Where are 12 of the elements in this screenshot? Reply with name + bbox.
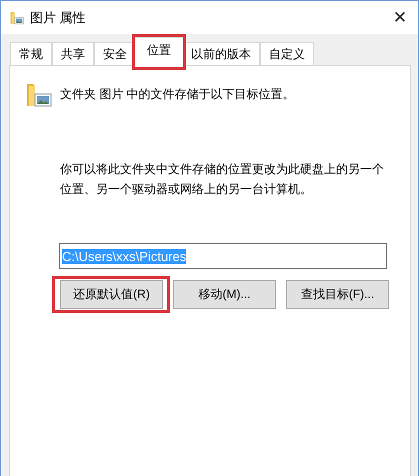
dialog-button[interactable]: 查找目标(F)...	[286, 280, 389, 309]
tab[interactable]: 常规	[10, 42, 52, 66]
dialog-button[interactable]: 还原默认值(R)	[60, 280, 163, 309]
tab[interactable]: 位置	[134, 37, 184, 66]
dialog-button[interactable]: 移动(M)...	[173, 280, 276, 309]
window-title: 图片 属性	[30, 8, 87, 26]
close-button[interactable]: ✕	[382, 8, 418, 28]
description-text: 你可以将此文件夹中文件存储的位置更改为此硬盘上的另一个位置、另一个驱动器或网络上的另一台计算机。	[60, 161, 385, 198]
picture-folder-icon	[10, 10, 24, 25]
tab[interactable]: 自定义	[260, 42, 314, 66]
location-heading: 文件夹 图片 中的文件存储于以下目标位置。	[60, 86, 295, 102]
tab[interactable]: 共享	[52, 42, 94, 66]
